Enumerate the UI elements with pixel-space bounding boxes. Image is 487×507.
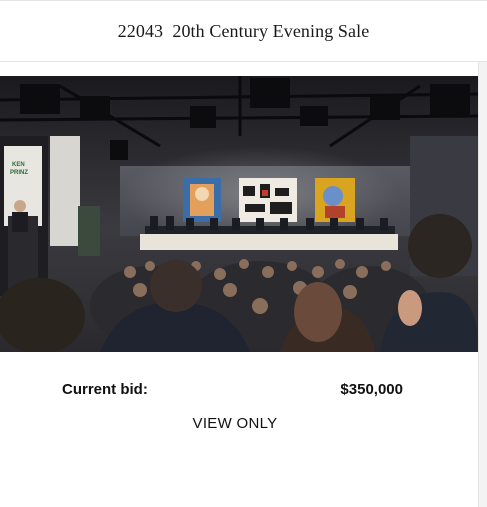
sale-header: 22043 20th Century Evening Sale: [0, 0, 487, 62]
current-bid-row: Current bid: $350,000: [0, 378, 478, 404]
view-only-status: VIEW ONLY: [192, 415, 278, 432]
current-bid-value: $350,000: [340, 381, 403, 398]
scrollbar[interactable]: [478, 62, 487, 507]
auction-room-scene: KEN PRINZ: [0, 76, 478, 352]
painting-right: [315, 178, 355, 222]
svg-text:PRINZ: PRINZ: [10, 170, 28, 176]
painting-center: [239, 178, 297, 222]
auction-video-stream[interactable]: KEN PRINZ: [0, 76, 478, 352]
sale-title: 22043 20th Century Evening Sale: [117, 20, 370, 41]
painting-left: [183, 178, 221, 222]
svg-text:KEN: KEN: [12, 162, 25, 168]
current-bid-label: Current bid:: [62, 381, 148, 398]
